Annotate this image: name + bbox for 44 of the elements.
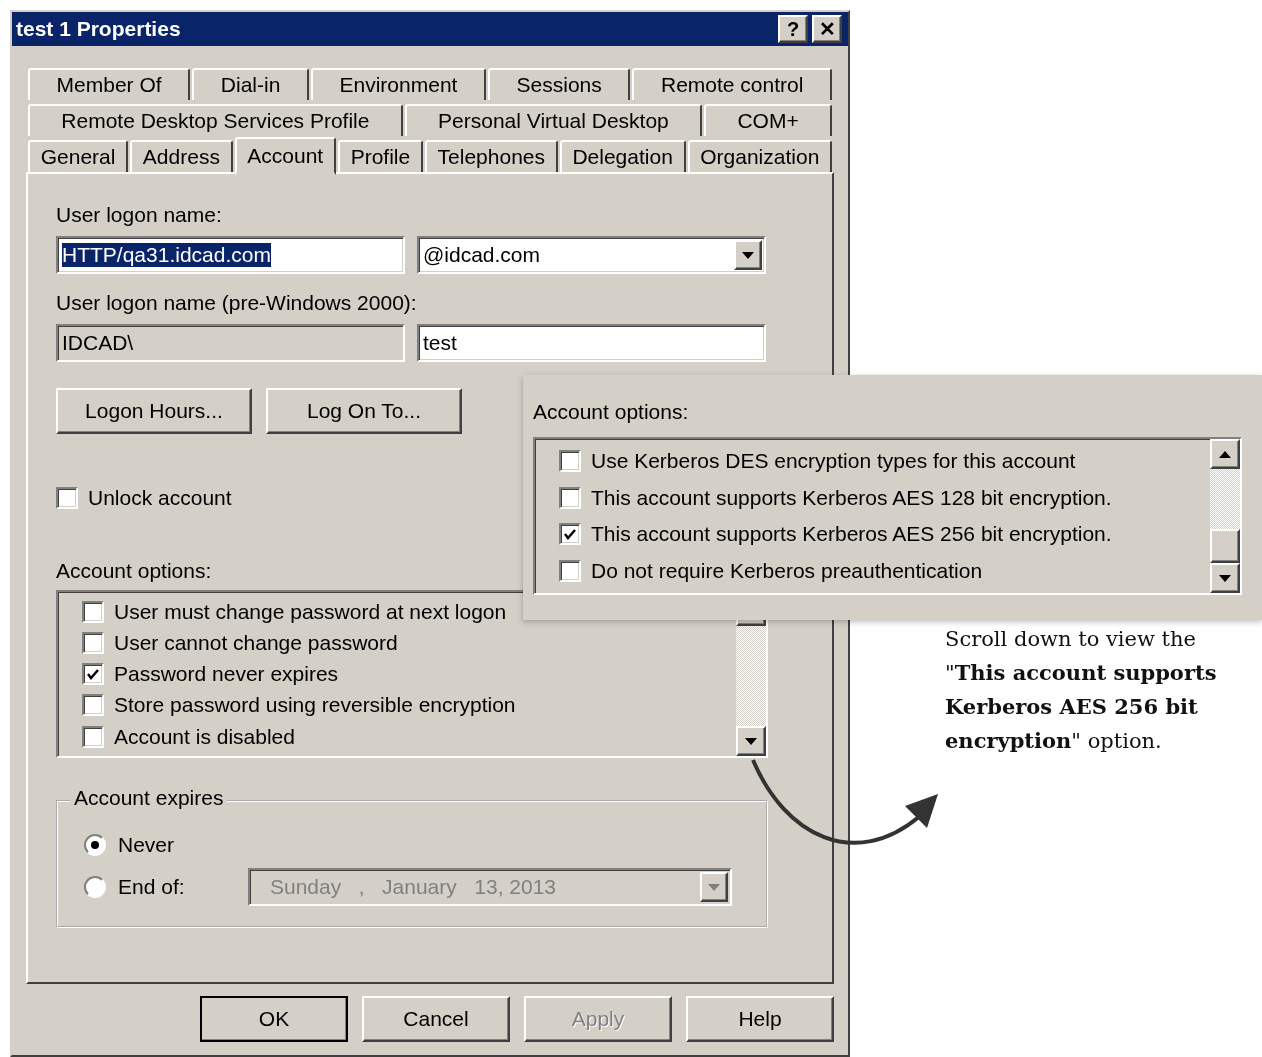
- option-label: End of:: [118, 875, 186, 899]
- option-label: Do not require Kerberos preauthentication: [591, 558, 983, 583]
- dialog-button[interactable]: Log On To...: [266, 388, 462, 434]
- input-field[interactable]: HTTP/qa31.idcad.com: [56, 236, 405, 274]
- tab[interactable]: Organization: [687, 140, 833, 172]
- option-label: Never: [118, 833, 176, 857]
- dialog-button[interactable]: OK: [200, 996, 348, 1042]
- field-label: User logon name (pre-Windows 2000):: [56, 290, 417, 316]
- tab[interactable]: Member Of: [28, 68, 191, 100]
- dialog-button[interactable]: Help: [686, 996, 834, 1042]
- tab[interactable]: Personal Virtual Desktop: [404, 104, 703, 136]
- close-button[interactable]: ✕: [812, 15, 842, 43]
- option-label: User must change password at next logon: [114, 599, 507, 624]
- tab[interactable]: Remote control: [632, 68, 832, 100]
- dialog-button[interactable]: Logon Hours...: [56, 388, 252, 434]
- tab[interactable]: Profile: [337, 140, 423, 172]
- tab[interactable]: Account: [234, 137, 336, 175]
- tab[interactable]: General: [28, 140, 129, 172]
- option-label: Unlock account: [88, 486, 232, 510]
- tab[interactable]: COM+: [704, 104, 832, 136]
- input-field[interactable]: test: [417, 324, 766, 362]
- tab[interactable]: Delegation: [559, 140, 686, 172]
- tab[interactable]: Environment: [310, 68, 486, 100]
- tab[interactable]: Remote Desktop Services Profile: [28, 104, 403, 136]
- dropdown[interactable]: @idcad.com: [417, 236, 766, 274]
- field-label: User logon name:: [56, 202, 222, 228]
- option-label: Store password using reversible encryption: [114, 693, 516, 718]
- window-title: test 1 Properties: [16, 17, 181, 41]
- option-label: This account supports Kerberos AES 128 bit encryption.: [591, 485, 1112, 510]
- tab[interactable]: Address: [130, 140, 233, 172]
- option-label: Use Kerberos DES encryption types for this account: [591, 449, 1076, 473]
- option-label: This account supports Kerberos AES 256 bit encryption.: [591, 522, 1112, 547]
- tab[interactable]: Sessions: [488, 68, 631, 100]
- option-label: User cannot change password: [114, 630, 398, 655]
- option-label: Account is disabled: [114, 724, 295, 749]
- annotation-text: Scroll down to view the "This account supports Kerberos AES 256 bit encryption" option.: [945, 626, 1218, 755]
- dialog-button[interactable]: Cancel: [362, 996, 510, 1042]
- section-label: Account options:: [533, 399, 689, 425]
- tab[interactable]: Telephones: [424, 140, 558, 172]
- help-button[interactable]: ?: [778, 15, 808, 43]
- option-label: Password never expires: [114, 662, 339, 686]
- section-label: Account options:: [56, 558, 212, 584]
- domain-field: IDCAD\: [56, 324, 405, 362]
- tab[interactable]: Dial-in: [192, 68, 309, 100]
